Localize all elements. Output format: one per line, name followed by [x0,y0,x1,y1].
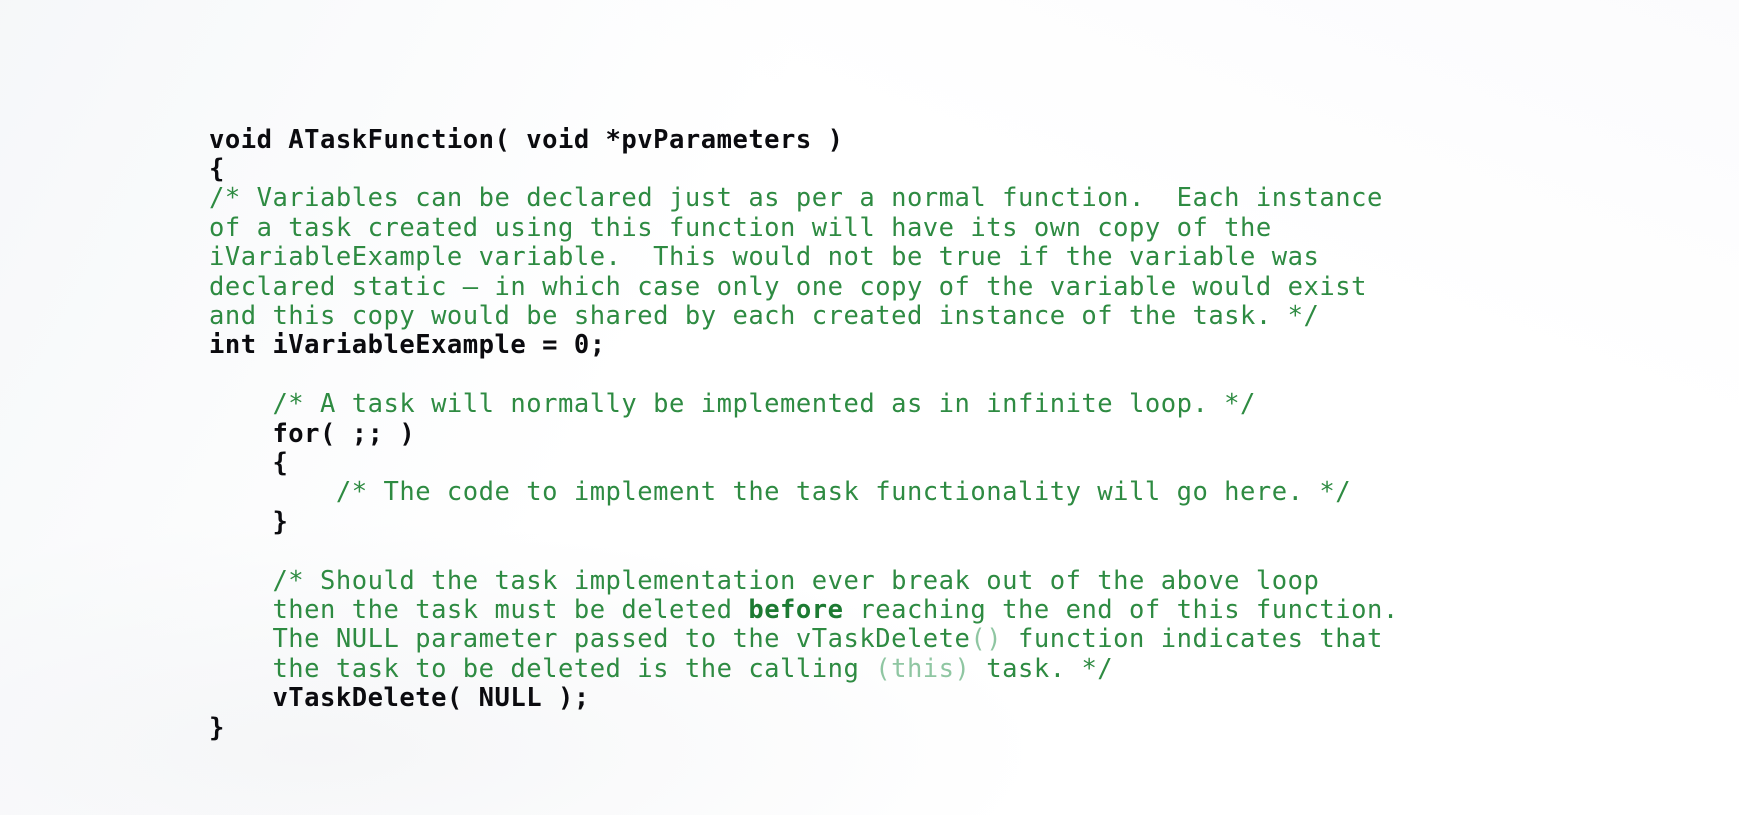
code-line: { [209,153,1689,184]
code-line: } [209,506,1689,537]
code-token-comment: iVariableExample variable. This would no… [209,242,1320,273]
code-line: } [209,712,1689,743]
code-token-code: { [209,447,289,478]
code-listing: void ATaskFunction( void *pvParameters )… [209,124,1689,744]
code-line: vTaskDelete( NULL ); [209,684,1689,713]
code-token-comment: /* Variables can be declared just as per… [209,183,1383,214]
code-line: for( ;; ) [209,418,1689,449]
code-line: of a task created using this function wi… [209,212,1689,243]
code-token-comment: The NULL parameter passed to the vTaskDe… [209,624,971,655]
code-token-code: for( ;; ) [209,418,416,449]
code-token-code: vTaskDelete( NULL ); [209,683,590,714]
code-line: int iVariableExample = 0; [209,331,1689,360]
code-token-blank [209,360,225,390]
code-line [209,361,1689,390]
code-line: /* A task will normally be implemented a… [209,389,1689,420]
code-token-comment: of a task created using this function wi… [209,212,1272,243]
code-line: The NULL parameter passed to the vTaskDe… [209,625,1689,654]
code-token-comment: then the task must be deleted [209,595,749,625]
code-line [209,537,1689,566]
code-token-comment: function indicates that [1002,624,1383,655]
code-line: the task to be deleted is the calling (t… [209,653,1689,684]
code-token-code: void ATaskFunction( void *pvParameters ) [209,124,844,155]
code-token-comment-dim: (this) [875,653,971,684]
code-token-comment: declared static – in which case only one… [209,271,1367,302]
code-token-comment: the task to be deleted is the calling [209,653,876,684]
code-line: then the task must be deleted before rea… [209,595,1689,625]
code-line: { [209,447,1689,478]
code-token-comment: reaching the end of this function. [843,595,1399,625]
code-line: /* Variables can be declared just as per… [209,184,1689,213]
code-token-comment: /* The code to implement the task functi… [209,477,1352,508]
code-token-comment: /* Should the task implementation ever b… [209,565,1320,596]
code-token-comment: /* A task will normally be implemented a… [209,389,1256,420]
code-line: /* Should the task implementation ever b… [209,565,1689,596]
code-line: iVariableExample variable. This would no… [209,242,1689,273]
code-token-comment: and this copy would be shared by each cr… [209,300,1320,331]
code-token-comment: task. */ [970,653,1114,684]
code-line: void ATaskFunction( void *pvParameters ) [209,124,1689,155]
code-token-code: int iVariableExample = 0; [209,330,606,361]
code-token-code: } [209,506,289,537]
code-token-blank [209,536,225,566]
code-token-comment-dim: () [970,624,1003,655]
code-token-code: } [209,712,225,743]
code-token-code: { [209,153,225,184]
code-line: /* The code to implement the task functi… [209,478,1689,507]
code-token-comment-strong: before [748,595,844,625]
code-line: declared static – in which case only one… [209,271,1689,302]
code-line: and this copy would be shared by each cr… [209,300,1689,331]
